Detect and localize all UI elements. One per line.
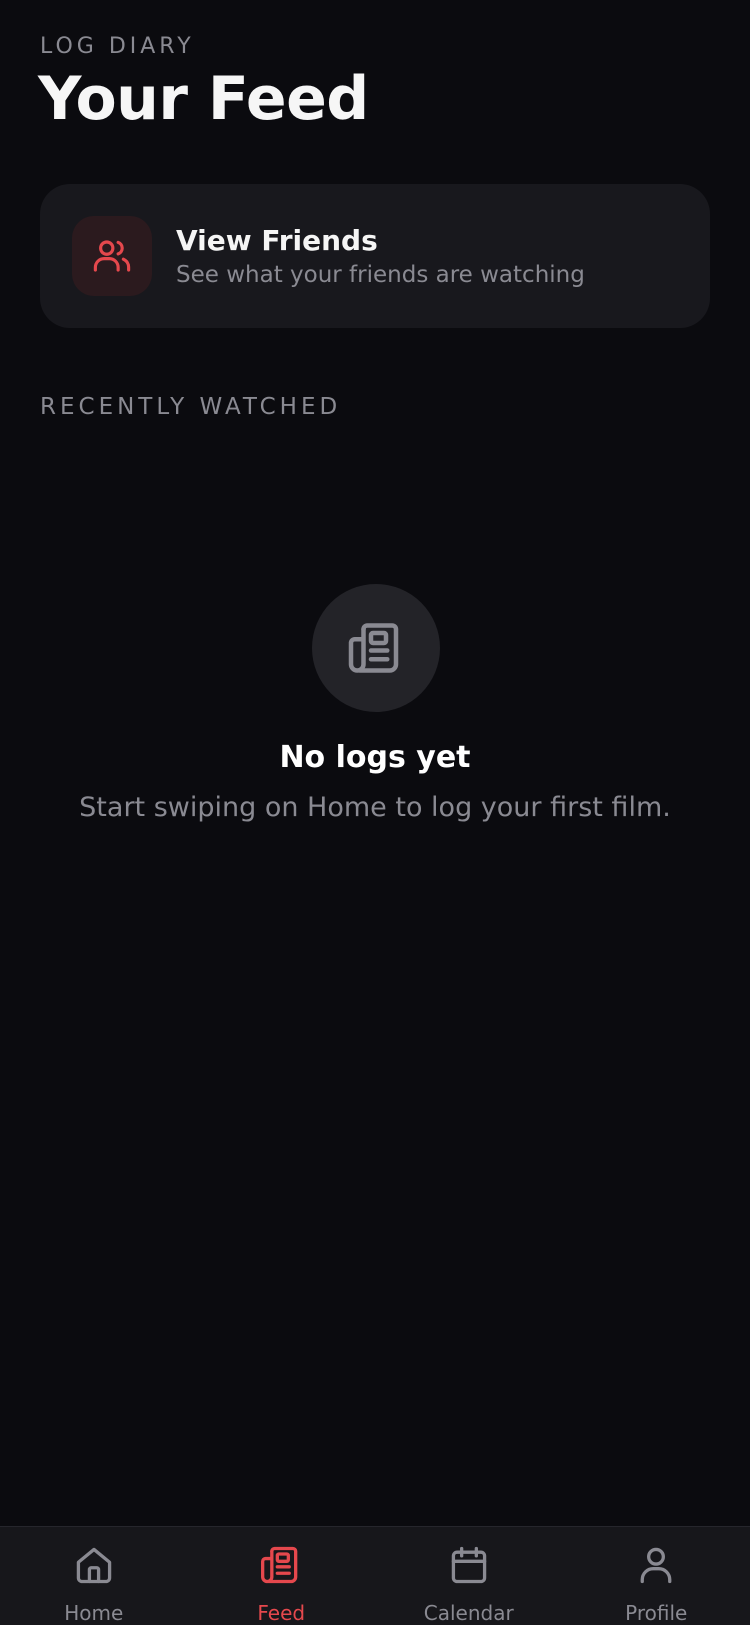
empty-state-message: Start swiping on Home to log your first … bbox=[0, 792, 750, 823]
calendar-icon bbox=[447, 1543, 491, 1587]
tab-feed-label: Feed bbox=[188, 1601, 376, 1625]
newspaper-icon bbox=[346, 618, 406, 678]
tab-calendar-label: Calendar bbox=[375, 1601, 563, 1625]
page-title: Your Feed bbox=[38, 64, 369, 134]
recently-watched-heading: RECENTLY WATCHED bbox=[40, 394, 341, 420]
tab-home-label: Home bbox=[0, 1601, 188, 1625]
view-friends-title: View Friends bbox=[176, 224, 378, 257]
tab-profile-label: Profile bbox=[563, 1601, 750, 1625]
view-friends-card[interactable]: View Friends See what your friends are w… bbox=[40, 184, 710, 328]
feed-screen: LOG DIARY Your Feed View Friends See wha… bbox=[0, 0, 750, 1624]
view-friends-subtitle: See what your friends are watching bbox=[176, 262, 585, 288]
tab-feed[interactable]: Feed bbox=[188, 1527, 376, 1625]
users-icon bbox=[91, 235, 133, 277]
tab-profile[interactable]: Profile bbox=[563, 1527, 750, 1625]
newspaper-icon bbox=[259, 1543, 303, 1587]
empty-state-icon-circle bbox=[312, 584, 440, 712]
page-eyebrow: LOG DIARY bbox=[40, 34, 195, 59]
tab-calendar[interactable]: Calendar bbox=[375, 1527, 563, 1625]
empty-state-title: No logs yet bbox=[0, 740, 750, 775]
user-icon bbox=[634, 1543, 678, 1587]
home-icon bbox=[72, 1543, 116, 1587]
friends-icon-container bbox=[72, 216, 152, 296]
bottom-tab-bar: Home Feed Calendar bbox=[0, 1526, 750, 1625]
tab-home[interactable]: Home bbox=[0, 1527, 188, 1625]
